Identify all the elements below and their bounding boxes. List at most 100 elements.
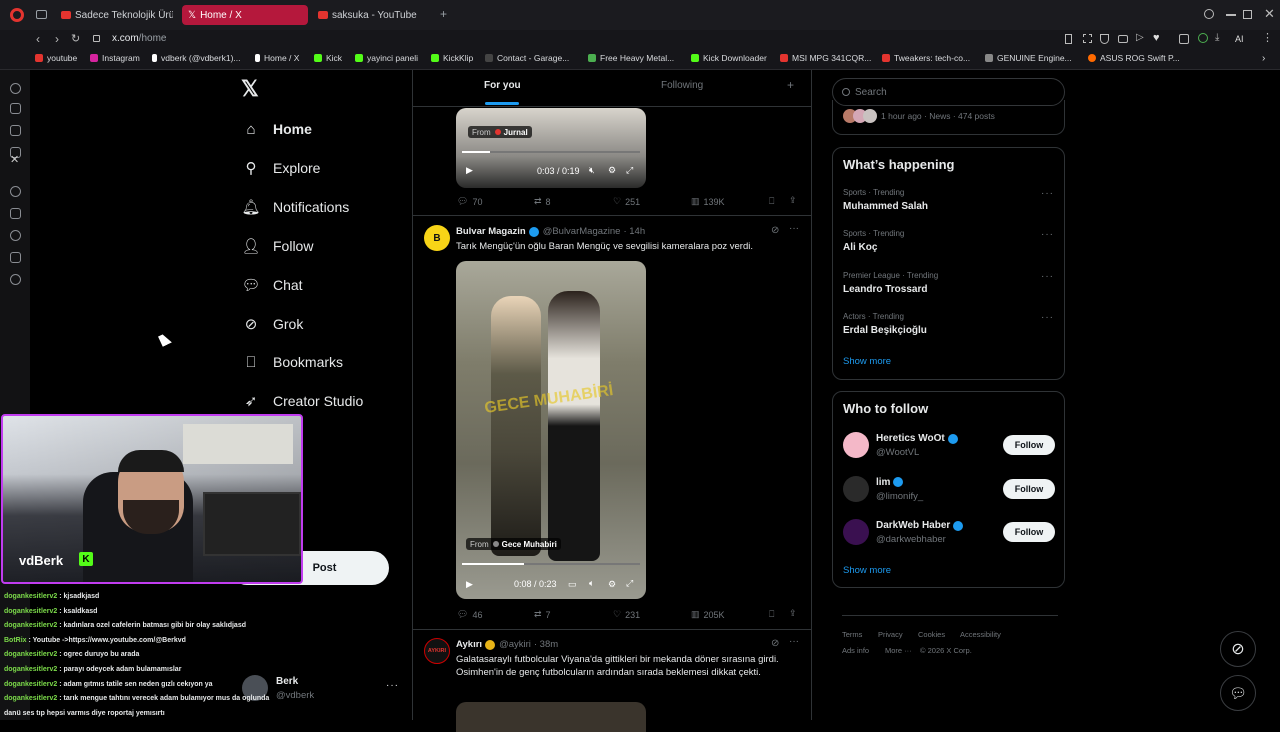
fullscreen-icon[interactable]: ⤢ — [626, 578, 633, 589]
nav-item-notifications[interactable]: 🔔︎ Notifications — [241, 193, 349, 221]
settings-icon[interactable]: ⚙ — [608, 579, 616, 590]
footer-accessibility[interactable]: Accessibility — [960, 630, 1001, 639]
nav-item-chat[interactable]: 💬︎ Chat — [241, 271, 302, 299]
heart-icon[interactable]: ♥ — [1153, 32, 1160, 44]
author-name[interactable]: Aykırı — [456, 639, 482, 650]
x-sidebar-icon[interactable]: ✕ — [10, 153, 19, 166]
bookmark-kick[interactable]: Kick — [314, 53, 342, 63]
play-icon[interactable]: ▶ — [466, 579, 473, 590]
follow-button[interactable]: Follow — [1003, 435, 1055, 455]
bookmark-contact-garage[interactable]: Contact - Garage... — [485, 53, 569, 63]
clock-icon[interactable] — [10, 230, 21, 241]
more-options-icon[interactable]: ··· — [1041, 188, 1054, 199]
bookmark-home-x[interactable]: Home / X — [255, 53, 299, 63]
bookmark-genuine-engine[interactable]: GENUINE Engine... — [985, 53, 1072, 63]
download-icon[interactable]: ⤓ — [1215, 32, 1219, 43]
bookmark-free-heavy-metal[interactable]: Free Heavy Metal... — [588, 53, 674, 63]
minimize-button[interactable] — [1226, 14, 1236, 16]
url-field[interactable]: x.com/home — [112, 33, 166, 44]
view-count[interactable]: ▥ 205K — [691, 609, 725, 620]
workspaces-icon[interactable] — [10, 125, 21, 136]
bookmark-instagram[interactable]: Instagram — [90, 53, 140, 63]
more-options-icon[interactable]: ··· — [1041, 229, 1054, 240]
nav-item-follow[interactable]: 👤︎ Follow — [241, 232, 313, 260]
reply-count[interactable]: 💬︎ 46 — [457, 609, 482, 620]
footer-cookies[interactable]: Cookies — [918, 630, 945, 639]
camera-icon[interactable] — [1118, 35, 1128, 43]
nav-item-bookmarks[interactable]: ⎕ Bookmarks — [242, 348, 343, 376]
grok-icon[interactable]: ⊘ — [771, 638, 779, 649]
play-icon[interactable]: ▶ — [466, 165, 473, 176]
reload-icon[interactable]: ↻ — [71, 32, 80, 45]
news-card[interactable]: 1 hour ago · News · 474 posts — [832, 100, 1065, 135]
tab-following[interactable]: Following — [661, 80, 703, 91]
follow-button[interactable]: Follow — [1003, 522, 1055, 542]
footer-more[interactable]: More ··· — [885, 646, 912, 655]
add-feed-icon[interactable]: + — [787, 78, 794, 92]
author-handle[interactable]: @aykiri — [499, 639, 531, 650]
account-menu-icon[interactable]: ··· — [386, 680, 399, 691]
footer-privacy[interactable]: Privacy — [878, 630, 903, 639]
trend-name[interactable]: Ali Koç — [843, 242, 877, 253]
repost-count[interactable]: ⇄ 7 — [534, 609, 551, 620]
avatar[interactable] — [843, 519, 869, 545]
video-progress-bar[interactable] — [462, 563, 640, 565]
aria-icon[interactable] — [10, 103, 21, 114]
settings-icon[interactable] — [10, 274, 21, 285]
reply-count[interactable]: 💬︎ 70 — [457, 196, 482, 207]
show-more-link[interactable]: Show more — [843, 356, 891, 367]
pin-icon[interactable] — [10, 208, 21, 219]
extensions-sidebar-icon[interactable] — [10, 252, 21, 263]
player-icon[interactable] — [10, 186, 21, 197]
avatar[interactable] — [843, 432, 869, 458]
bookmark-tweakers[interactable]: Tweakers: tech-co... — [882, 53, 970, 63]
grok-fab-button[interactable]: ⊘ — [1220, 631, 1256, 667]
more-options-icon[interactable]: ··· — [789, 223, 799, 234]
post-video[interactable]: GECE MUHABİRİ From Gece Muhabiri ▶ 0:08 … — [456, 261, 646, 599]
author-name[interactable]: Bulvar Magazin — [456, 226, 526, 237]
play-icon[interactable]: ▷ — [1136, 32, 1144, 43]
bookmark-page-icon[interactable] — [1065, 34, 1072, 44]
snapshot-icon[interactable] — [1083, 34, 1092, 43]
opera-logo-icon[interactable] — [10, 8, 24, 22]
bookmark-yayinci-paneli[interactable]: yayinci paneli — [355, 53, 418, 63]
share-icon[interactable]: ⇪ — [789, 195, 797, 206]
bookmark-asus-rog[interactable]: ASUS ROG Swift P... — [1088, 53, 1180, 63]
like-count[interactable]: ♡ 231 — [613, 609, 640, 620]
tab-sadece-teknolojik[interactable]: Sadece Teknolojik Ürünler! — [55, 5, 173, 25]
menu-icon[interactable]: ⋮ — [1262, 31, 1273, 44]
fullscreen-icon[interactable]: ⤢ — [626, 165, 633, 176]
nav-item-home[interactable]: ⌂ Home — [242, 115, 311, 143]
new-tab-button[interactable]: + — [440, 7, 447, 21]
trend-name[interactable]: Muhammed Salah — [843, 201, 928, 212]
suggested-user-name[interactable]: DarkWeb Haber — [876, 520, 964, 531]
settings-icon[interactable]: ⚙ — [608, 165, 616, 176]
trend-name[interactable]: Erdal Beşikçioğlu — [843, 325, 927, 336]
close-window-button[interactable]: ✕ — [1264, 6, 1275, 22]
ai-label[interactable]: AI — [1235, 34, 1244, 44]
shield-icon[interactable] — [1100, 34, 1109, 44]
follow-button[interactable]: Follow — [1003, 478, 1055, 499]
nav-item-creator-studio[interactable]: ➶ Creator Studio — [242, 387, 364, 415]
mute-icon[interactable]: 🔇︎ — [589, 165, 595, 176]
back-icon[interactable]: ‹ — [36, 32, 40, 46]
history-icon[interactable] — [10, 83, 21, 94]
post-image[interactable] — [456, 702, 646, 732]
like-count[interactable]: ♡ 251 — [613, 196, 640, 207]
x-logo[interactable]: 𝕏 — [241, 76, 259, 102]
captions-icon[interactable]: ▭ — [568, 579, 577, 590]
extensions-icon[interactable] — [1179, 34, 1189, 44]
tab-manager-icon[interactable] — [36, 10, 47, 19]
footer-terms[interactable]: Terms — [842, 630, 862, 639]
bookmark-vdberk-tiktok[interactable]: vdberk (@vdberk1)... — [152, 53, 241, 63]
forward-icon[interactable]: › — [55, 32, 59, 46]
suggested-user-name[interactable]: Heretics WoOt — [876, 433, 958, 444]
repost-count[interactable]: ⇄ 8 — [534, 196, 551, 207]
search-tabs-icon[interactable] — [1204, 9, 1214, 19]
bookmark-youtube[interactable]: youtube — [35, 53, 77, 63]
avatar[interactable]: AYKIRI — [424, 638, 450, 664]
chat-fab-button[interactable]: 💬︎ — [1220, 675, 1256, 711]
bookmark-kickklip[interactable]: KickKlip — [431, 53, 473, 63]
bookmark-icon[interactable]: ⎕ — [769, 609, 774, 620]
tab-home-x[interactable]: 𝕏 Home / X — [182, 5, 308, 25]
